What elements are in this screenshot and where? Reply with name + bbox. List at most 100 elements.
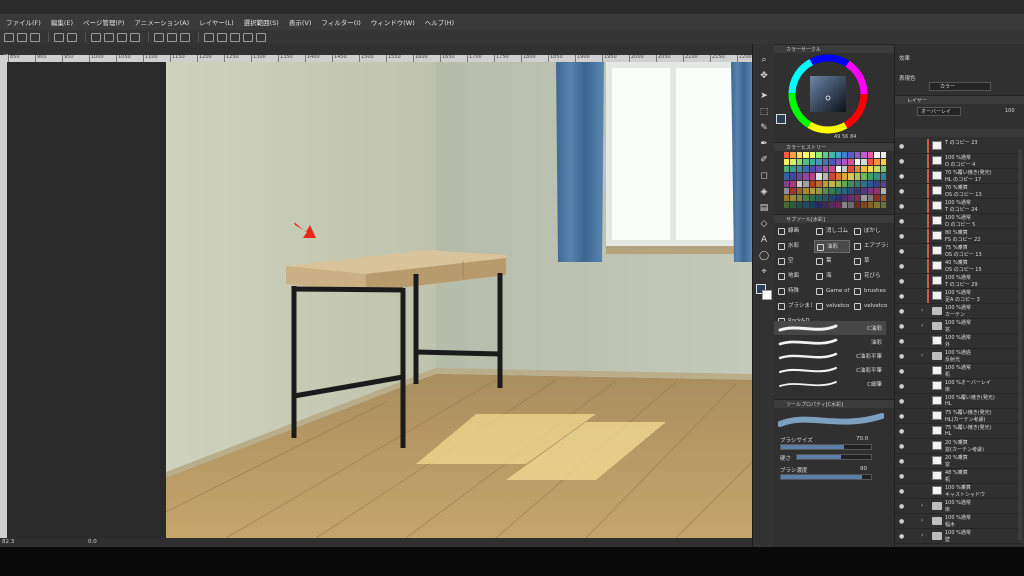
color-swatch[interactable] — [822, 180, 829, 187]
color-swatch[interactable] — [796, 187, 803, 194]
color-swatch[interactable] — [861, 152, 867, 159]
color-swatch[interactable] — [835, 187, 841, 194]
color-swatch[interactable] — [796, 152, 803, 159]
color-swatch[interactable] — [874, 180, 880, 187]
subtool-item[interactable]: Game of — [814, 285, 850, 298]
subtool-item[interactable]: velvetco — [852, 300, 888, 313]
color-swatch[interactable] — [867, 187, 874, 194]
color-swatch[interactable] — [790, 194, 796, 201]
color-swatch[interactable] — [822, 159, 829, 166]
color-swatch[interactable] — [829, 166, 835, 173]
subtool-item[interactable]: エアブラシ — [852, 240, 888, 253]
color-swatch[interactable] — [803, 194, 809, 201]
color-swatch[interactable] — [829, 180, 835, 187]
color-swatch[interactable] — [784, 173, 790, 180]
color-swatch[interactable] — [854, 180, 861, 187]
subtool-item[interactable]: brushes — [852, 285, 888, 298]
eye-icon[interactable]: ● — [899, 443, 904, 450]
color-swatch[interactable] — [854, 152, 861, 159]
subtool-item[interactable]: 油彩 — [814, 240, 850, 253]
brush-item[interactable]: 油彩 — [774, 335, 886, 349]
color-swatch[interactable] — [848, 159, 854, 166]
color-swatch[interactable] — [880, 194, 886, 201]
color-swatch[interactable] — [880, 180, 886, 187]
color-swatch[interactable] — [784, 159, 790, 166]
subtool-item[interactable]: 水彩 — [776, 240, 812, 253]
expand-arrow-icon[interactable]: › — [921, 502, 923, 509]
color-swatch[interactable] — [880, 166, 886, 173]
eye-icon[interactable]: ● — [899, 368, 904, 375]
ruler-snap-icon[interactable] — [204, 32, 214, 42]
blend-mode-select[interactable]: オーバーレイ — [917, 107, 961, 116]
brush-item[interactable]: C細筆 — [774, 377, 886, 391]
sub-color-swatch[interactable] — [762, 290, 772, 300]
layer-row[interactable]: ● 100 %オーバーレイ床 — [895, 378, 1021, 394]
color-wheel[interactable] — [788, 54, 868, 134]
new-file-icon[interactable] — [4, 32, 14, 42]
color-swatch[interactable] — [841, 152, 848, 159]
grid-snap-icon[interactable] — [230, 32, 240, 42]
color-swatch[interactable] — [803, 166, 809, 173]
color-swatch[interactable] — [854, 173, 861, 180]
color-swatch[interactable] — [880, 152, 886, 159]
color-swatch[interactable] — [841, 166, 848, 173]
flip-view-icon[interactable] — [256, 32, 266, 42]
save-icon[interactable] — [30, 32, 40, 42]
color-swatch[interactable] — [867, 159, 874, 166]
color-swatch[interactable] — [848, 166, 854, 173]
eye-icon[interactable]: ● — [899, 188, 904, 195]
color-swatch[interactable] — [874, 173, 880, 180]
brush-size-slider[interactable] — [780, 444, 872, 450]
eye-icon[interactable]: ● — [899, 143, 904, 150]
pen-tool-icon[interactable]: ✒ — [757, 138, 771, 151]
eye-icon[interactable]: ● — [899, 158, 904, 165]
expand-arrow-icon[interactable]: › — [921, 532, 923, 539]
display-color-select[interactable]: カラー — [929, 82, 991, 91]
color-swatch[interactable] — [841, 187, 848, 194]
zoom-value[interactable]: 82.3 — [2, 539, 14, 545]
layer-row[interactable]: ● 100 %通常 O のコピー 4 — [895, 153, 1021, 169]
eraser-tool-icon[interactable]: ◻ — [757, 170, 771, 183]
eye-icon[interactable]: ● — [899, 203, 904, 210]
color-swatch[interactable] — [867, 173, 874, 180]
menu-item[interactable]: 編集(E) — [51, 17, 73, 27]
color-swatch[interactable] — [874, 159, 880, 166]
color-swatch[interactable] — [867, 152, 874, 159]
brush-item[interactable]: C油彩平筆 — [774, 349, 886, 363]
move-tool-icon[interactable]: ✥ — [757, 70, 771, 83]
color-swatch[interactable] — [784, 201, 790, 208]
menu-item[interactable]: 選択範囲(S) — [244, 17, 279, 27]
color-swatch[interactable] — [784, 180, 790, 187]
opacity-value[interactable]: 100 — [1005, 108, 1015, 114]
color-swatch[interactable] — [848, 173, 854, 180]
layer-row[interactable]: ● T のコピー 23 — [895, 138, 1021, 154]
color-swatch[interactable] — [874, 187, 880, 194]
subtool-item[interactable]: velvetco — [814, 300, 850, 313]
color-swatch[interactable] — [816, 187, 822, 194]
color-history-palette[interactable] — [784, 152, 886, 208]
subtool-item[interactable]: 草 — [852, 255, 888, 268]
color-swatch[interactable] — [816, 201, 822, 208]
expand-arrow-icon[interactable]: › — [921, 322, 923, 329]
color-swatch[interactable] — [803, 201, 809, 208]
color-swatch[interactable] — [848, 201, 854, 208]
color-swatch[interactable] — [861, 194, 867, 201]
color-swatch[interactable] — [835, 180, 841, 187]
layer-row[interactable]: ● 20 %乗算 窓(カーテン考慮) — [895, 438, 1021, 454]
color-swatch[interactable] — [854, 194, 861, 201]
color-swatch[interactable] — [790, 187, 796, 194]
clear-icon[interactable] — [91, 32, 101, 42]
color-swatch[interactable] — [835, 166, 841, 173]
color-swatch[interactable] — [829, 194, 835, 201]
figure-tool-icon[interactable]: ◇ — [757, 218, 771, 231]
color-swatch[interactable] — [861, 166, 867, 173]
color-swatch[interactable] — [854, 187, 861, 194]
color-swatch[interactable] — [854, 166, 861, 173]
color-swatch[interactable] — [822, 194, 829, 201]
color-swatch[interactable] — [841, 201, 848, 208]
eye-icon[interactable]: ● — [899, 458, 904, 465]
color-swatch[interactable] — [861, 173, 867, 180]
eye-icon[interactable]: ● — [899, 278, 904, 285]
color-swatch[interactable] — [803, 187, 809, 194]
eye-icon[interactable]: ● — [899, 533, 904, 540]
